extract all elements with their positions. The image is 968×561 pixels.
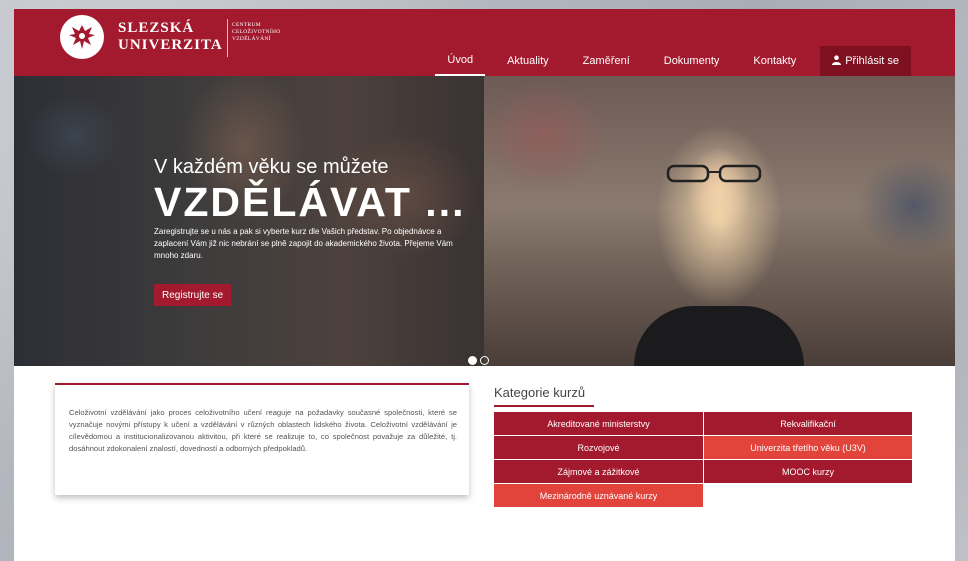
logo-sub-line-2: CELOŽIVOTNÍHO <box>232 29 281 35</box>
nav-item-zamereni[interactable]: Zaměření <box>571 46 642 76</box>
nav-item-dokumenty[interactable]: Dokumenty <box>652 46 732 76</box>
category-mezinarodne[interactable]: Mezinárodně uznávané kurzy <box>494 484 703 507</box>
categories-grid: Akreditované ministerstvy Rekvalifikační… <box>494 412 912 507</box>
user-icon <box>832 54 842 68</box>
category-mooc[interactable]: MOOC kurzy <box>703 460 912 483</box>
slider-dots <box>468 356 489 365</box>
university-emblem-icon[interactable] <box>60 15 104 59</box>
hero-slider: V každém věku se můžete VZDĚLÁVAT ... Za… <box>14 76 955 366</box>
logo-line-2: UNIVERZITA <box>118 37 223 53</box>
login-label: Přihlásit se <box>845 55 899 67</box>
slider-dot-1[interactable] <box>468 356 477 365</box>
logo-divider <box>227 19 228 57</box>
hero-description: Zaregistrujte se u nás a pak si vyberte … <box>154 227 453 260</box>
nav-item-uvod[interactable]: Úvod <box>435 46 486 76</box>
hero-image-woman <box>484 76 955 366</box>
hero-subtitle: V každém věku se můžete <box>154 156 389 178</box>
register-button[interactable]: Registrujte se <box>154 284 232 306</box>
logo-text[interactable]: SLEZSKÁ UNIVERZITA <box>118 20 223 54</box>
category-zajmove[interactable]: Zájmové a zážitkové <box>494 460 703 483</box>
site-header: SLEZSKÁ UNIVERZITA CENTRUM CELOŽIVOTNÍHO… <box>14 9 955 76</box>
nav-item-kontakty[interactable]: Kontakty <box>741 46 808 76</box>
category-rekvalifikacni[interactable]: Rekvalifikační <box>703 412 912 435</box>
slider-dot-2[interactable] <box>480 356 489 365</box>
category-akreditovane[interactable]: Akreditované ministerstvy <box>494 412 703 435</box>
categories-title: Kategorie kurzů <box>494 385 586 400</box>
logo-subtitle: CENTRUM CELOŽIVOTNÍHO VZDĚLÁVÁNÍ <box>232 22 281 43</box>
info-box: Celoživotní vzdělávání jako proces celož… <box>55 383 469 495</box>
logo-line-1: SLEZSKÁ <box>118 20 195 36</box>
logo-sub-line-1: CENTRUM <box>232 22 261 28</box>
login-button[interactable]: Přihlásit se <box>820 46 911 76</box>
category-u3v[interactable]: Univerzita třetího věku (U3V) <box>703 436 912 459</box>
logo-sub-line-3: VZDĚLÁVÁNÍ <box>232 36 271 42</box>
main-nav: Úvod Aktuality Zaměření Dokumenty Kontak… <box>425 46 911 76</box>
hero-title: VZDĚLÁVAT ... <box>154 179 466 225</box>
category-rozvojove[interactable]: Rozvojové <box>494 436 703 459</box>
shirt-shape <box>634 306 804 366</box>
page: SLEZSKÁ UNIVERZITA CENTRUM CELOŽIVOTNÍHO… <box>14 9 955 561</box>
nav-item-aktuality[interactable]: Aktuality <box>495 46 561 76</box>
glasses-shape <box>666 164 762 183</box>
info-text: Celoživotní vzdělávání jako proces celož… <box>69 408 457 453</box>
categories-title-underline <box>494 405 594 407</box>
